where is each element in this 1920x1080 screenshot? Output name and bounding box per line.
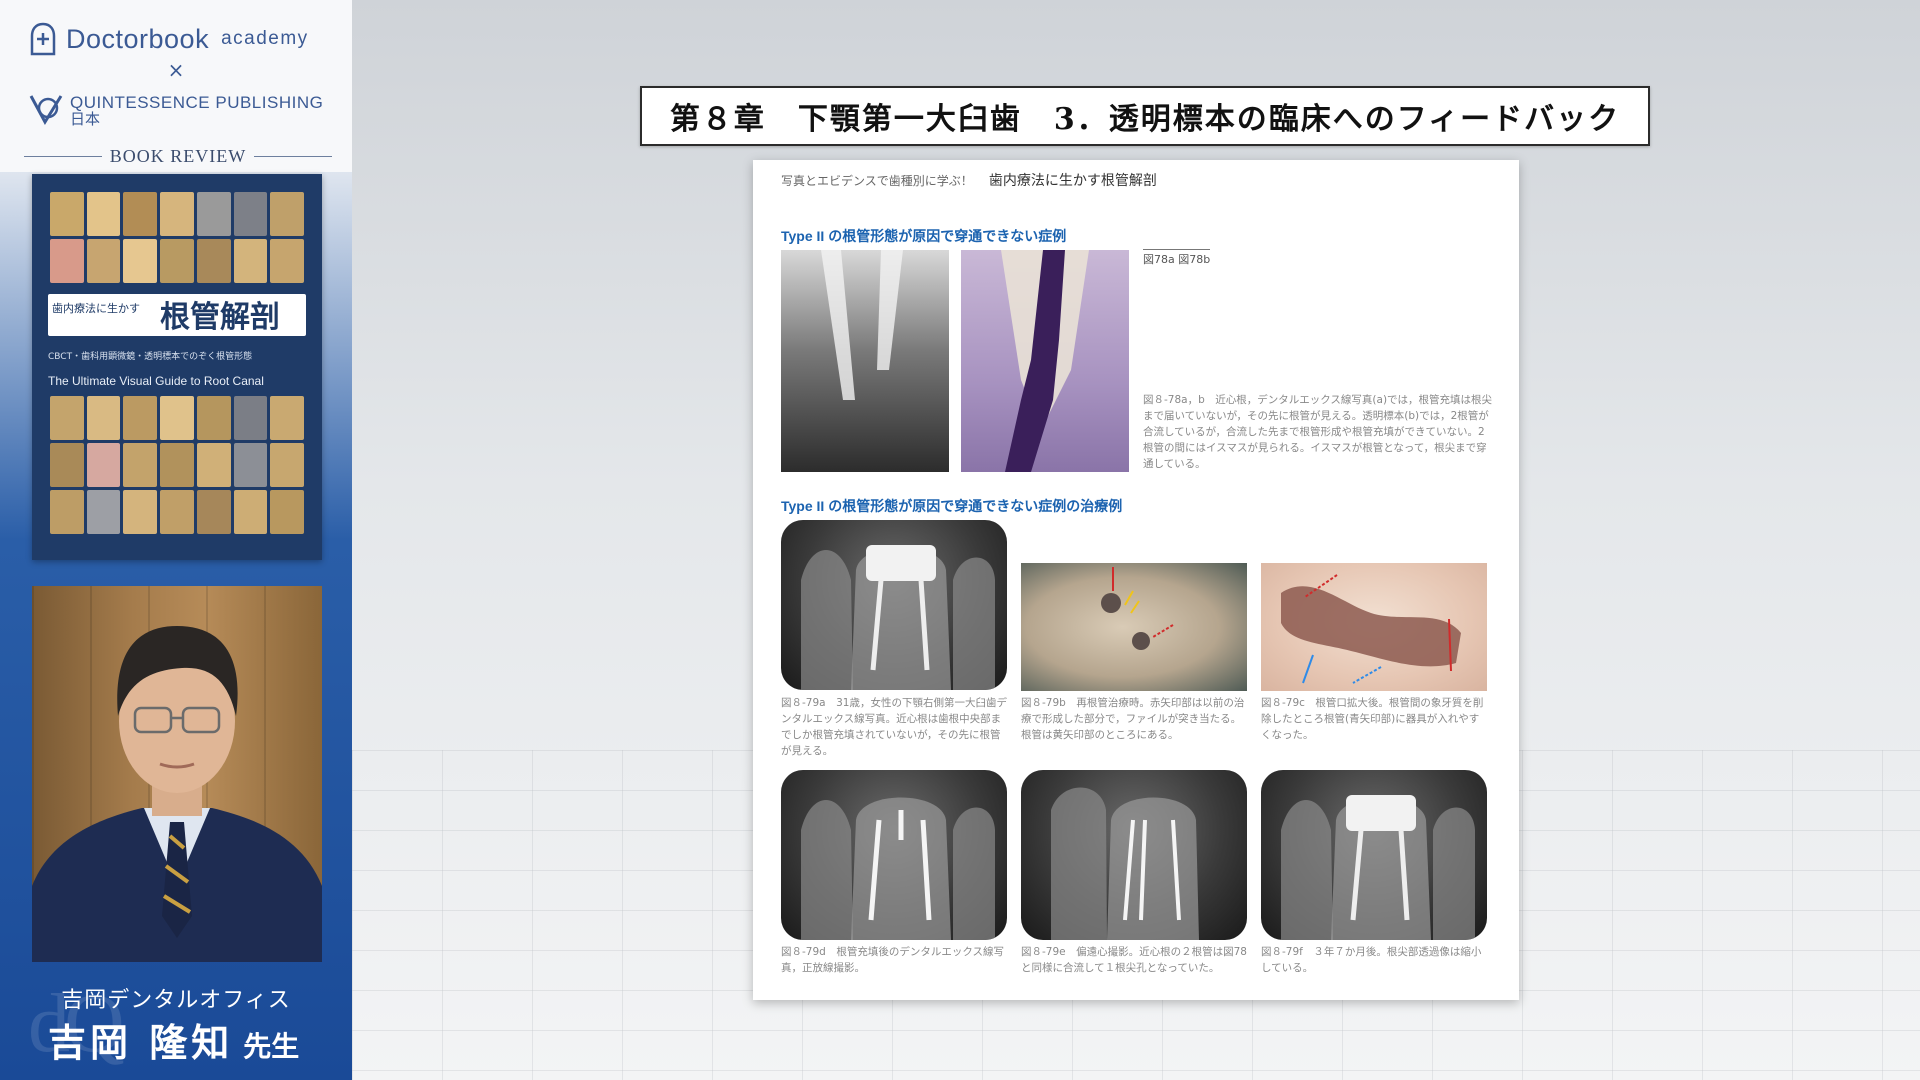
figure-79f-xray [1261, 770, 1487, 940]
cover-subtitle: CBCT・歯科用顕微鏡・透明標本でのぞく根管形態 [48, 352, 253, 362]
presenter-photo [32, 586, 322, 962]
presenter-org: 吉岡デンタルオフィス [61, 988, 291, 1013]
page-header: 写真とエビデンスで歯種別に学ぶ！ 歯内療法に生かす根管解剖 [781, 170, 1157, 190]
section1-heading: Type II の根管形態が原因で穿通できない症例 [781, 228, 1067, 244]
chapter-title: 第８章 下顎第一大臼歯 3．透明標本の臨床へのフィードバック [640, 86, 1650, 146]
book-cover: 歯内療法に生かす 根管解剖 CBCT・歯科用顕微鏡・透明標本でのぞく根管形態 T… [32, 174, 322, 560]
section2-heading: Type II の根管形態が原因で穿通できない症例の治療例 [781, 498, 1123, 514]
figure-78b-specimen [961, 250, 1129, 472]
figure-79a-xray [781, 520, 1007, 690]
book-review-label: BOOK REVIEW [109, 146, 247, 166]
presenter-figure [32, 626, 322, 962]
doctorbook-logo: Doctorbook academy [28, 22, 309, 56]
sidebar: Doctorbook academy × QUINTESSENCE PUBLIS… [0, 0, 352, 1080]
collab-cross: × [167, 58, 185, 82]
caption-79a: 図８-79a 31歳，女性の下顎右側第一大臼歯デンタルエックス線写真。近心根は歯… [781, 697, 1007, 757]
page-header-small: 写真とエビデンスで歯種別に学ぶ！ [781, 174, 973, 188]
caption-79b: 図８-79b 再根管治療時。赤矢印部は以前の治療で形成した部分で，ファイルが突き… [1021, 697, 1245, 741]
cover-title-small: 歯内療法に生かす [52, 302, 140, 315]
book-page: 写真とエビデンスで歯種別に学ぶ！ 歯内療法に生かす根管解剖 Type II の根… [753, 160, 1519, 1000]
brand-sub: academy [221, 28, 309, 49]
figure-79e-xray [1021, 770, 1247, 940]
caption-79d: 図８-79d 根管充填後のデンタルエックス線写真，正放線撮影。 [781, 946, 1004, 974]
cover-photo-grid-top [50, 192, 304, 283]
figure-79d-xray [781, 770, 1007, 940]
caption-79f: 図８-79f ３年７か月後。根尖部透過像は縮小している。 [1261, 946, 1482, 974]
caption-79c: 図８-79c 根管口拡大後。根管間の象牙質を削除したところ根管(青矢印部)に器具… [1261, 697, 1484, 741]
publisher-jp: 日本 [70, 110, 101, 128]
figure-79b-photo [1021, 563, 1247, 691]
book-review-divider: BOOK REVIEW [24, 146, 333, 167]
doctorbook-icon [28, 22, 58, 56]
cover-english-title: The Ultimate Visual Guide to Root Canal [48, 374, 264, 388]
quintessence-logo: QUINTESSENCE PUBLISHING 日本 [28, 92, 323, 130]
figure-79c-photo [1261, 563, 1487, 691]
presenter-honorific: 先生 [243, 1030, 300, 1063]
figure-78-reference: 図78a 図78b [1143, 249, 1211, 267]
cover-photo-grid-bottom [50, 396, 304, 534]
quintessence-icon [28, 92, 64, 130]
brand-name: Doctorbook [66, 23, 210, 54]
page-header-book: 歯内療法に生かす根管解剖 [988, 173, 1157, 189]
caption-78: 図８-78a，b 近心根，デンタルエックス線写真(a)では，根管充填は根尖まで届… [1143, 394, 1493, 470]
presenter-name: 吉岡 隆知 [48, 1020, 234, 1065]
figure-78a-xray [781, 250, 949, 472]
cover-title-big: 根管解剖 [160, 300, 280, 335]
presenter-name-row: 吉岡 隆知 先生 [48, 1012, 299, 1067]
caption-79e: 図８-79e 偏遠心撮影。近心根の２根管は図78と同様に合流して１根尖孔となって… [1021, 946, 1247, 974]
publisher-name: QUINTESSENCE PUBLISHING [70, 93, 324, 112]
